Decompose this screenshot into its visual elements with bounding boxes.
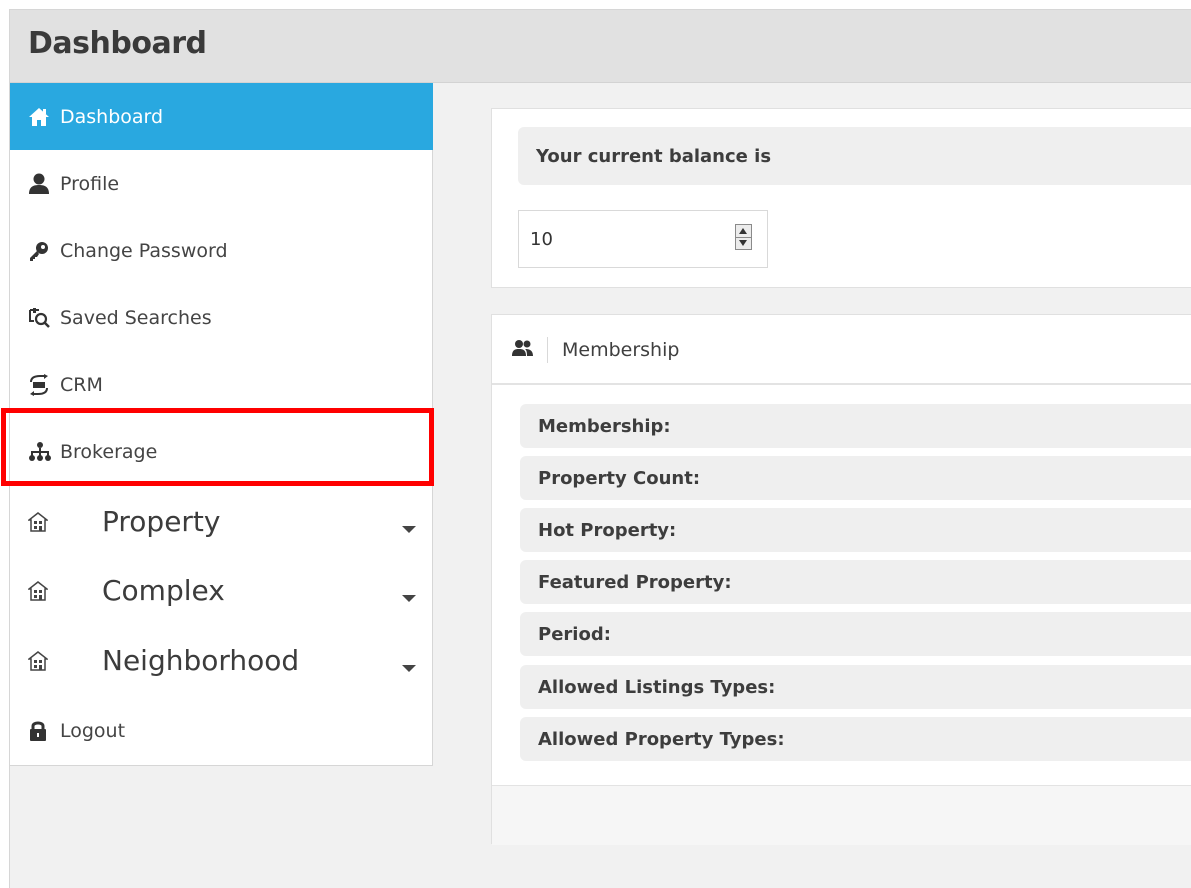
membership-row: Featured Property: xyxy=(520,560,1191,604)
sidebar-item-crm[interactable]: CRM xyxy=(10,351,433,418)
app-frame: Dashboard Dashboard Profile Change Passw… xyxy=(1,9,1191,888)
sidebar: Dashboard Profile Change Password Saved … xyxy=(1,83,434,766)
sidebar-item-property[interactable]: Property xyxy=(10,488,433,555)
stepper-up-icon[interactable] xyxy=(739,228,747,234)
balance-panel: Your current balance is xyxy=(491,108,1191,288)
sitemap-icon xyxy=(28,439,54,465)
sidebar-item-label: CRM xyxy=(60,373,103,396)
stepper-divider xyxy=(736,237,751,238)
crm-icon xyxy=(28,372,54,398)
balance-stepper[interactable] xyxy=(518,210,768,268)
sidebar-item-label: Change Password xyxy=(60,239,228,262)
users-icon xyxy=(512,339,534,359)
membership-footer xyxy=(492,785,1191,845)
sidebar-item-brokerage[interactable]: Brokerage xyxy=(10,418,433,485)
membership-row: Period: xyxy=(520,612,1191,656)
sidebar-item-profile[interactable]: Profile xyxy=(10,150,433,217)
sidebar-item-label: Logout xyxy=(60,719,126,742)
sidebar-item-label: Complex xyxy=(102,574,225,607)
lock-icon xyxy=(28,718,54,744)
sidebar-item-label: Dashboard xyxy=(60,105,164,128)
membership-title: Membership xyxy=(562,339,680,361)
sidebar-item-logout[interactable]: Logout xyxy=(10,697,433,764)
key-icon xyxy=(28,238,54,264)
building-icon xyxy=(28,509,96,535)
building-icon xyxy=(28,578,96,604)
sidebar-item-label: Profile xyxy=(60,172,120,195)
balance-label: Your current balance is xyxy=(536,146,772,167)
home-icon xyxy=(28,104,54,130)
sidebar-item-change-password[interactable]: Change Password xyxy=(10,217,433,284)
chevron-down-icon[interactable] xyxy=(402,526,416,533)
membership-row: Property Count: xyxy=(520,456,1191,500)
sidebar-item-label: Property xyxy=(102,505,221,538)
balance-label-bar: Your current balance is xyxy=(518,127,1191,185)
sidebar-item-label: Brokerage xyxy=(60,440,158,463)
sidebar-item-neighborhood[interactable]: Neighborhood xyxy=(10,627,433,694)
sidebar-item-label: Saved Searches xyxy=(60,306,212,329)
user-icon xyxy=(28,171,54,197)
sidebar-item-label: Neighborhood xyxy=(102,644,300,677)
membership-row: Allowed Listings Types: xyxy=(520,665,1191,709)
header-divider xyxy=(547,337,548,363)
balance-input[interactable] xyxy=(519,211,719,267)
page-title: Dashboard xyxy=(28,26,207,61)
sidebar-item-saved-searches[interactable]: Saved Searches xyxy=(10,284,433,351)
membership-panel: Membership Membership: Property Count: H… xyxy=(491,314,1191,845)
membership-row: Membership: xyxy=(520,404,1191,448)
saved-search-icon xyxy=(28,305,54,331)
sidebar-item-dashboard[interactable]: Dashboard xyxy=(10,83,433,150)
membership-header: Membership xyxy=(492,315,1191,385)
stepper-buttons[interactable] xyxy=(735,224,752,250)
chevron-down-icon[interactable] xyxy=(402,595,416,602)
membership-row: Allowed Property Types: xyxy=(520,717,1191,761)
stepper-down-icon[interactable] xyxy=(739,240,747,246)
building-icon xyxy=(28,648,96,674)
sidebar-item-complex[interactable]: Complex xyxy=(10,557,433,624)
page-header: Dashboard xyxy=(10,10,1191,83)
membership-row: Hot Property: xyxy=(520,508,1191,552)
chevron-down-icon[interactable] xyxy=(402,665,416,672)
